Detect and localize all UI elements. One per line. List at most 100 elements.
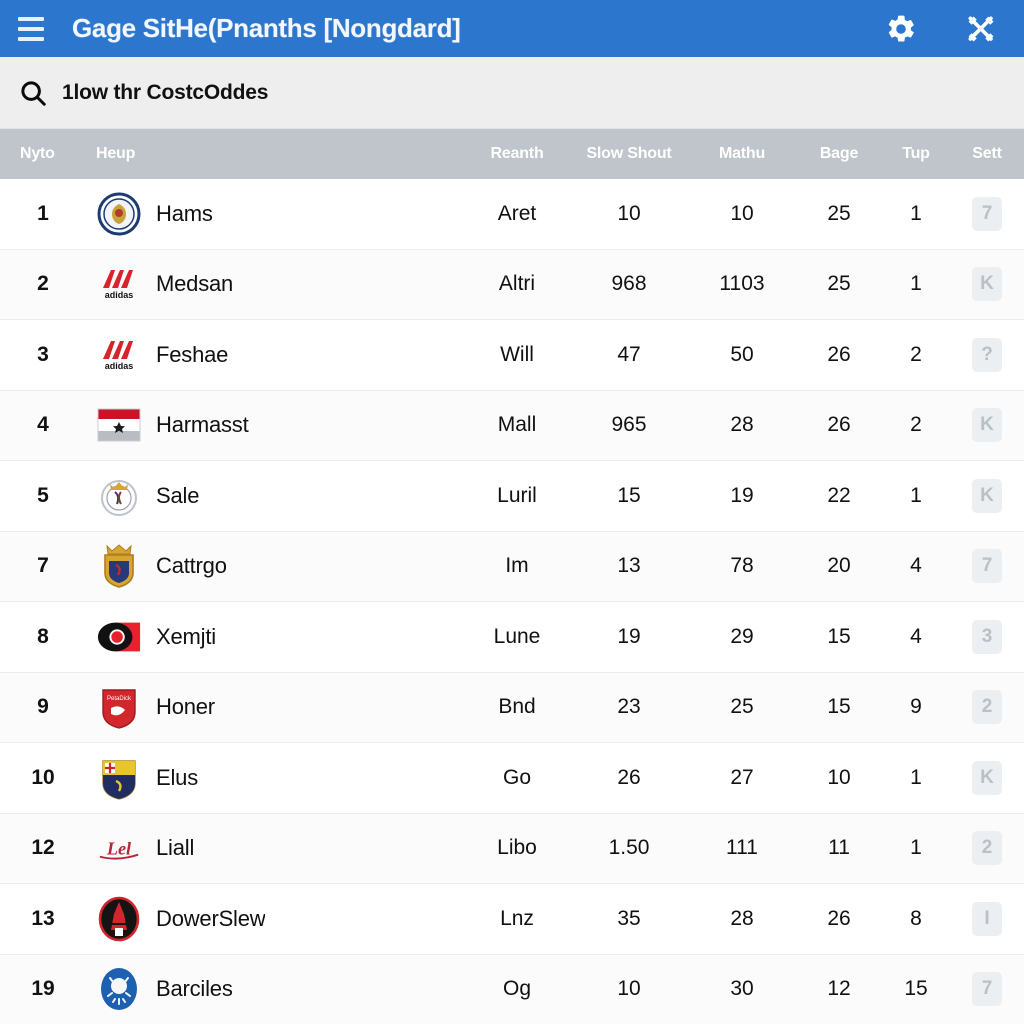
cell-bage: 20 [827, 554, 851, 578]
cell-sett[interactable]: 7 [950, 972, 1024, 1007]
row-team[interactable]: Harmasst [86, 402, 464, 448]
cell-sett[interactable]: K [950, 267, 1024, 302]
cell-tup: 9 [910, 695, 922, 719]
svg-text:adidas: adidas [105, 361, 134, 371]
sett-badge[interactable]: 2 [972, 831, 1002, 866]
svg-text:PetaDick: PetaDick [107, 696, 132, 702]
table-row[interactable]: 12 Lel Liall Libo 1.50 111 11 1 2 [0, 813, 1024, 884]
search-bar[interactable]: 1low thr CostcOddes [0, 57, 1024, 129]
cell-slow-shout: 26 [617, 765, 641, 789]
cell-sett[interactable]: 2 [950, 831, 1024, 866]
cell-slow-shout: 965 [611, 413, 647, 437]
sett-badge[interactable]: 7 [972, 196, 1002, 231]
sett-badge[interactable]: I [972, 901, 1002, 936]
row-team[interactable]: DowerSlew [86, 896, 464, 942]
row-team[interactable]: Cattrgo [86, 543, 464, 589]
sett-badge[interactable]: K [972, 267, 1002, 302]
row-rank: 13 [0, 907, 86, 931]
sett-badge[interactable]: ? [972, 337, 1002, 372]
cell-sett[interactable]: K [950, 478, 1024, 513]
cell-slow-shout: 19 [617, 624, 641, 648]
cell-mathu: 1103 [719, 272, 765, 296]
cell-reanth: Bnd [498, 695, 536, 719]
table-row[interactable]: 2 adidas Medsan Altri 968 1103 25 1 K [0, 249, 1024, 320]
cell-sett[interactable]: 2 [950, 690, 1024, 725]
column-header-mathu[interactable]: Mathu [688, 145, 796, 163]
table-row[interactable]: 19 Barciles Og 10 30 12 15 7 [0, 954, 1024, 1024]
cell-sett[interactable]: 7 [950, 196, 1024, 231]
column-header-bage[interactable]: Bage [796, 145, 882, 163]
rank-value: 3 [37, 342, 49, 366]
cell-slow-shout: 1.50 [608, 836, 650, 860]
column-header-tup[interactable]: Tup [882, 145, 950, 163]
sett-badge[interactable]: 3 [972, 619, 1002, 654]
row-team[interactable]: adidas Medsan [86, 261, 464, 307]
sett-badge[interactable]: K [972, 408, 1002, 443]
cell-mathu: 78 [730, 554, 754, 578]
rank-value: 9 [37, 695, 49, 719]
tools-button[interactable] [964, 12, 998, 46]
cell-reanth: Lune [493, 624, 541, 648]
row-rank: 4 [0, 413, 86, 437]
cell-sett[interactable]: ? [950, 337, 1024, 372]
table-row[interactable]: 10 Elus Go 26 27 10 1 K [0, 743, 1024, 814]
rank-value: 4 [37, 413, 49, 437]
row-rank: 8 [0, 625, 86, 649]
cell-sett[interactable]: I [950, 901, 1024, 936]
team-crest-icon: PetaDick [96, 684, 142, 730]
cell-mathu: 28 [730, 413, 754, 437]
cell-sett[interactable]: K [950, 408, 1024, 443]
row-team[interactable]: Elus [86, 755, 464, 801]
team-crest-icon [96, 402, 142, 448]
column-header-reanth[interactable]: Reanth [464, 145, 570, 163]
row-team[interactable]: adidas Feshae [86, 332, 464, 378]
cell-bage: 22 [827, 483, 851, 507]
app-bar-actions [884, 12, 1004, 46]
row-rank: 10 [0, 766, 86, 790]
standings-table: Nyto Heup Reanth Slow Shout Mathu Bage T… [0, 129, 1024, 1024]
cell-bage: 12 [827, 977, 851, 1001]
row-team[interactable]: Barciles [86, 966, 464, 1012]
sett-badge[interactable]: K [972, 760, 1002, 795]
column-header-slow-shout[interactable]: Slow Shout [570, 145, 688, 163]
sett-badge[interactable]: 7 [972, 549, 1002, 584]
cell-sett[interactable]: 7 [950, 549, 1024, 584]
cell-sett[interactable]: K [950, 760, 1024, 795]
table-row[interactable]: 5 Sale Luril 15 19 22 1 K [0, 461, 1024, 532]
row-team[interactable]: Sale [86, 473, 464, 519]
table-row[interactable]: 13 DowerSlew Lnz 35 28 26 8 I [0, 884, 1024, 955]
sett-badge[interactable]: K [972, 478, 1002, 513]
cell-tup: 15 [904, 977, 928, 1001]
cell-slow-shout: 10 [617, 977, 641, 1001]
rank-value: 2 [37, 272, 49, 296]
table-row[interactable]: 4 Harmasst Mall 965 28 26 2 K [0, 390, 1024, 461]
settings-button[interactable] [884, 12, 918, 46]
row-team[interactable]: Xemjti [86, 614, 464, 660]
cell-reanth: Altri [498, 272, 536, 296]
table-row[interactable]: 1 Hams Aret 10 10 25 1 7 [0, 179, 1024, 250]
column-header-sett[interactable]: Sett [950, 145, 1024, 163]
row-team[interactable]: Lel Liall [86, 825, 464, 871]
hamburger-menu-icon[interactable] [14, 14, 48, 44]
cell-reanth: Og [502, 977, 531, 1001]
sett-badge[interactable]: 7 [972, 972, 1002, 1007]
cell-reanth: Luril [497, 483, 537, 507]
cell-sett[interactable]: 3 [950, 619, 1024, 654]
team-crest-icon [96, 473, 142, 519]
search-input[interactable]: 1low thr CostcOddes [62, 81, 268, 105]
row-team[interactable]: PetaDick Honer [86, 684, 464, 730]
hamburger-line [18, 36, 44, 41]
table-row[interactable]: 7 Cattrgo Im 13 78 20 4 7 [0, 531, 1024, 602]
table-row[interactable]: 9 PetaDick Honer Bnd 23 25 15 9 2 [0, 672, 1024, 743]
table-row[interactable]: 3 adidas Feshae Will 47 50 26 2? [0, 320, 1024, 391]
cell-tup: 2 [910, 413, 922, 437]
table-row[interactable]: 8 Xemjti Lune 19 29 15 4 3 [0, 602, 1024, 673]
cell-reanth: Lnz [500, 906, 534, 930]
cell-slow-shout: 968 [611, 272, 647, 296]
row-team[interactable]: Hams [86, 191, 464, 237]
sett-badge[interactable]: 2 [972, 690, 1002, 725]
team-name: Xemjti [156, 623, 216, 649]
column-header-rank[interactable]: Nyto [0, 145, 86, 163]
cell-reanth: Aret [497, 201, 537, 225]
column-header-team[interactable]: Heup [86, 145, 464, 163]
